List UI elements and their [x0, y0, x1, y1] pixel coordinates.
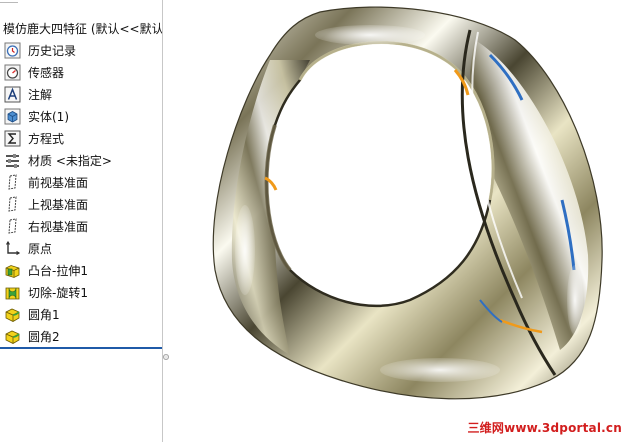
tree-item-label: 传感器	[28, 66, 65, 80]
graphics-viewport[interactable]	[170, 0, 636, 442]
panel-divider[interactable]	[162, 0, 163, 442]
tree-item-fillet-1[interactable]: 圆角1	[0, 303, 162, 325]
site-watermark: 三维网www.3dportal.cn	[467, 421, 622, 435]
tree-item-front-plane[interactable]: 前视基准面	[0, 171, 162, 193]
solid-body-icon	[4, 108, 21, 125]
revolve-cut-icon	[4, 284, 21, 301]
fillet-icon	[4, 328, 21, 345]
annotation-icon	[4, 86, 21, 103]
rollback-bar[interactable]	[0, 347, 162, 349]
tree-item-origin[interactable]: 原点	[0, 237, 162, 259]
tree-item-right-plane[interactable]: 右视基准面	[0, 215, 162, 237]
tree-item-label: 上视基准面	[28, 198, 89, 212]
history-icon	[4, 42, 21, 59]
tree-item-annotations[interactable]: 注解	[0, 83, 162, 105]
chrome-knot-model[interactable]	[170, 0, 636, 442]
tree-item-label: 历史记录	[28, 44, 77, 58]
tree-item-label: 切除-旋转1	[28, 286, 88, 300]
tree-item-label: 方程式	[28, 132, 65, 146]
plane-icon	[4, 196, 21, 213]
tree-item-boss-extrude[interactable]: 凸台-拉伸1	[0, 259, 162, 281]
tree-item-label: 右视基准面	[28, 220, 89, 234]
tree-item-fillet-2[interactable]: 圆角2	[0, 325, 162, 347]
tree-item-material[interactable]: 材质 <未指定>	[0, 149, 162, 171]
tree-item-top-plane[interactable]: 上视基准面	[0, 193, 162, 215]
plane-icon	[4, 218, 21, 235]
plane-icon	[4, 174, 21, 191]
sensor-icon	[4, 64, 21, 81]
tree-item-equations[interactable]: 方程式	[0, 127, 162, 149]
tree-item-cut-revolve[interactable]: 切除-旋转1	[0, 281, 162, 303]
splitter-handle[interactable]	[163, 349, 169, 363]
fillet-icon	[4, 306, 21, 323]
tree-item-label: 注解	[28, 88, 53, 102]
tree-item-label: 前视基准面	[28, 176, 89, 190]
feature-manager-tree: 模仿鹿大四特征 (默认<<默认 历史记录 传感器 注解 实体(1) 方程式 材质…	[0, 0, 162, 442]
tree-item-sensor[interactable]: 传感器	[0, 61, 162, 83]
tree-item-history[interactable]: 历史记录	[0, 39, 162, 61]
origin-icon	[4, 240, 21, 257]
tree-item-label: 实体(1)	[28, 110, 69, 124]
tree-top-divider	[0, 2, 18, 15]
part-name[interactable]: 模仿鹿大四特征 (默认<<默认	[3, 20, 162, 37]
material-icon	[4, 152, 21, 169]
tree-item-label: 圆角2	[28, 330, 60, 344]
tree-item-label: 凸台-拉伸1	[28, 264, 88, 278]
tree-item-solid-bodies[interactable]: 实体(1)	[0, 105, 162, 127]
tree-item-label: 圆角1	[28, 308, 60, 322]
tree-item-label: 材质 <未指定>	[28, 154, 112, 168]
tree-item-label: 原点	[28, 242, 53, 256]
extrude-boss-icon	[4, 262, 21, 279]
equation-icon	[4, 130, 21, 147]
